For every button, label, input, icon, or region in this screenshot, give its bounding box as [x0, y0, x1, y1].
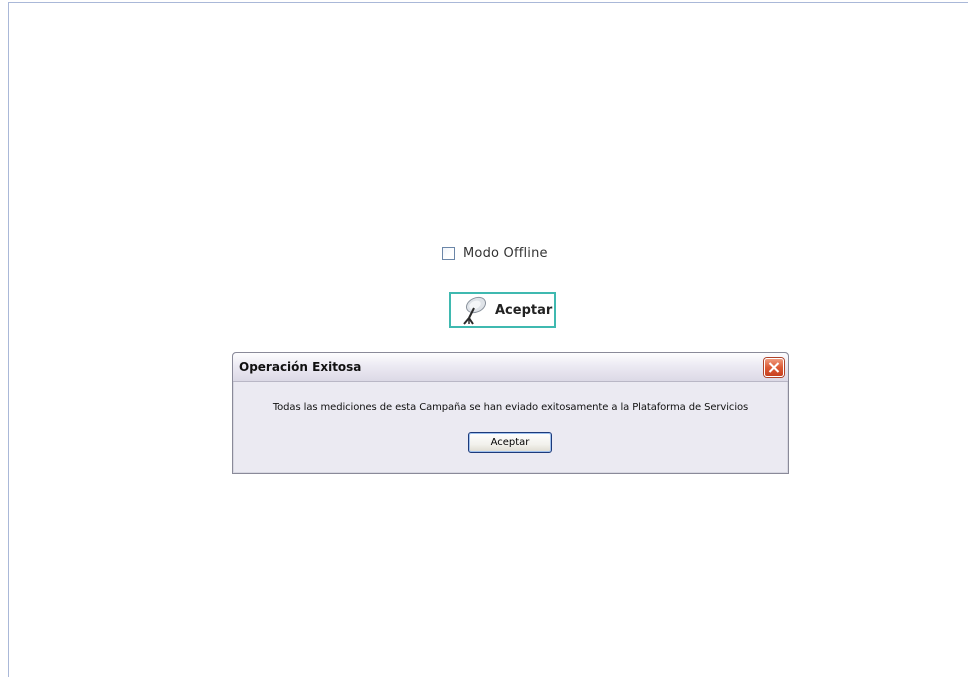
offline-mode-checkbox[interactable]: [442, 247, 455, 260]
satellite-dish-icon: [459, 295, 489, 325]
window-top-border: [8, 2, 968, 3]
dialog-title: Operación Exitosa: [239, 360, 362, 374]
close-icon: [768, 362, 780, 373]
success-dialog: Operación Exitosa Todas las mediciones d…: [232, 352, 789, 474]
accept-button-label: Aceptar: [495, 302, 553, 318]
app-window: Modo Offline Aceptar Operación Exitosa T…: [0, 0, 968, 677]
offline-mode-option[interactable]: Modo Offline: [442, 246, 548, 261]
dialog-close-button[interactable]: [764, 358, 784, 377]
dialog-message: Todas las mediciones de esta Campaña se …: [272, 402, 749, 413]
dialog-title-bar: Operación Exitosa: [233, 353, 788, 382]
dialog-body: Todas las mediciones de esta Campaña se …: [233, 382, 788, 473]
dialog-accept-button[interactable]: Aceptar: [468, 432, 552, 453]
accept-button[interactable]: Aceptar: [449, 292, 556, 328]
offline-mode-label: Modo Offline: [463, 246, 548, 261]
window-left-border: [8, 2, 9, 677]
